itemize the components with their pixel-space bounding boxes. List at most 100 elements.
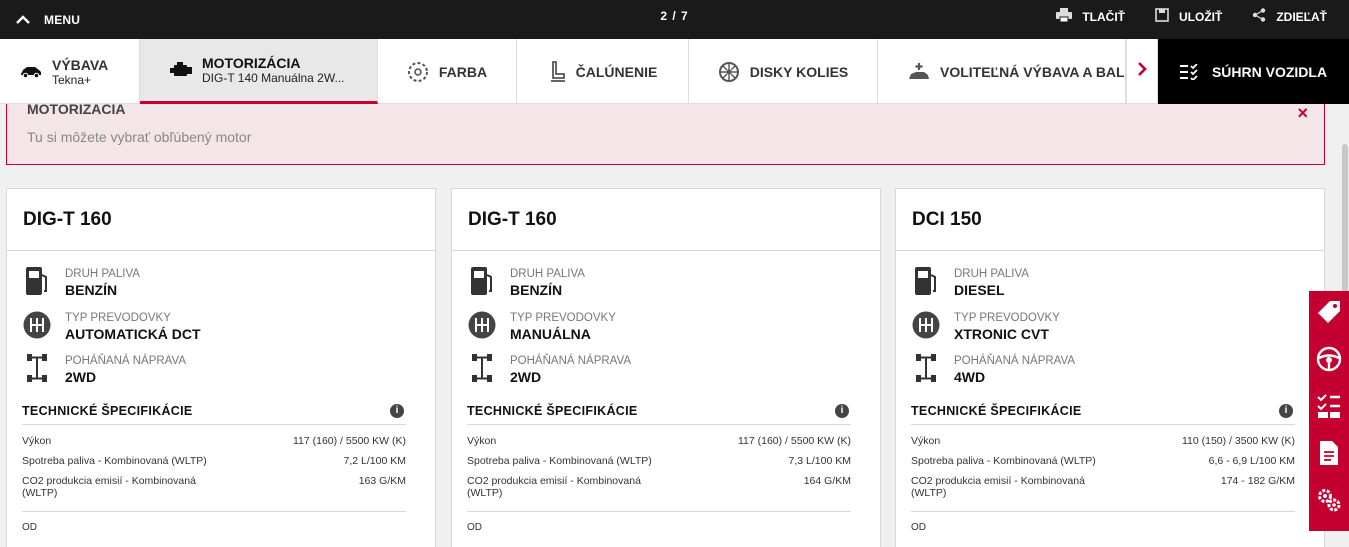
car-icon — [20, 66, 42, 78]
spec-consumption-value: 7,3 L/100 KM — [788, 455, 851, 467]
fuel-feature: DRUH PALIVA BENZÍN — [468, 265, 585, 299]
price-from-label: OD — [467, 522, 482, 533]
share-button[interactable]: ZDIEĽAŤ — [1252, 8, 1327, 25]
spec-row-consumption: Spotreba paliva - Kombinovaná (WLTP) 6,6… — [911, 455, 1295, 467]
tab-vybava[interactable]: VÝBAVA Tekna+ — [0, 39, 140, 104]
spec-co2-value: 164 G/KM — [803, 475, 851, 487]
gearbox-feature: TYP PREVODOVKY MANUÁLNA — [468, 309, 616, 343]
drive-feature: POHÁŇANÁ NÁPRAVA 4WD — [912, 352, 1075, 386]
fuel-value: BENZÍN — [510, 282, 563, 298]
drive-label: POHÁŇANÁ NÁPRAVA — [954, 355, 1075, 367]
side-toolbar — [1309, 291, 1349, 531]
engine-card[interactable]: DIG-T 160 DRUH PALIVA BENZÍN TYP PREVODO… — [451, 188, 881, 547]
price-tag-button[interactable] — [1309, 291, 1349, 338]
spec-co2-label: CO2 produkcia emisií - Kombinovaná (WLTP… — [22, 475, 196, 499]
tab-farba[interactable]: FARBA — [378, 39, 517, 104]
spec-power-label: Výkon — [467, 435, 497, 447]
document-icon — [1318, 440, 1340, 471]
spec-row-power: Výkon 117 (160) / 5500 KW (K) — [467, 435, 851, 447]
printer-icon — [1056, 8, 1073, 25]
info-banner: MOTORIZÁCIA Tu si môžete vybrať obľúbený… — [6, 104, 1325, 165]
price-from-label: OD — [22, 522, 37, 533]
engine-card-title: DIG-T 160 — [7, 189, 435, 251]
settings-button[interactable] — [1309, 479, 1349, 526]
spec-row-power: Výkon 117 (160) / 5500 KW (K) — [22, 435, 406, 447]
spec-power-label: Výkon — [22, 435, 52, 447]
tab-disky-kolies[interactable]: DISKY KOLIES — [689, 39, 878, 104]
tab-motorizacia[interactable]: MOTORIZÁCIA DIG-T 140 Manuálna 2W... — [140, 39, 378, 104]
tab-vybava-value: Tekna+ — [52, 72, 92, 87]
fuel-feature: DRUH PALIVA DIESEL — [912, 265, 1029, 299]
tab-calunenie[interactable]: ČALÚNENIE — [517, 39, 689, 104]
divider — [22, 511, 406, 512]
gearbox-value: MANUÁLNA — [510, 326, 591, 342]
drive-value: 4WD — [954, 369, 986, 385]
gearbox-value: AUTOMATICKÁ DCT — [65, 326, 201, 342]
fuel-pump-icon — [468, 265, 496, 297]
tech-specs-title: TECHNICKÉ ŠPECIFIKÁCIE — [911, 403, 1082, 418]
fuel-value: BENZÍN — [65, 282, 118, 298]
top-bar: MENU 2 / 7 TLAČIŤ ULOŽIŤ ZDIEĽAŤ — [0, 0, 1349, 39]
spec-power-value: 110 (150) / 3500 KW (K) — [1181, 435, 1295, 447]
checklist-icon — [1179, 63, 1200, 80]
spec-row-consumption: Spotreba paliva - Kombinovaná (WLTP) 7,2… — [22, 455, 406, 467]
test-drive-button[interactable] — [1309, 338, 1349, 385]
tab-vybava-label: VÝBAVA — [52, 56, 109, 73]
car-accessory-icon — [908, 62, 930, 82]
engine-card[interactable]: DIG-T 160 DRUH PALIVA BENZÍN TYP PREVODO… — [6, 188, 436, 547]
fuel-pump-icon — [23, 265, 51, 297]
gearbox-label: TYP PREVODOVKY — [954, 312, 1060, 324]
engine-card[interactable]: DCI 150 DRUH PALIVA DIESEL TYP PREVODOVK… — [895, 188, 1325, 547]
info-icon[interactable]: i — [835, 403, 849, 418]
share-label: ZDIEĽAŤ — [1276, 9, 1327, 24]
divider — [467, 511, 851, 512]
share-icon — [1252, 8, 1266, 25]
info-icon[interactable]: i — [390, 403, 404, 418]
info-icon[interactable]: i — [1279, 403, 1293, 418]
brochure-button[interactable] — [1309, 432, 1349, 479]
spec-co2-label: CO2 produkcia emisií - Kombinovaná (WLTP… — [911, 475, 1085, 499]
chevron-right-icon — [1137, 62, 1147, 81]
tab-suhrn-vozidla[interactable]: SÚHRN VOZIDLA — [1158, 39, 1349, 104]
spec-consumption-label: Spotreba paliva - Kombinovaná (WLTP) — [22, 455, 207, 467]
drive-value: 2WD — [510, 369, 542, 385]
config-tabs: VÝBAVA Tekna+ MOTORIZÁCIA DIG-T 140 Manu… — [0, 39, 1349, 104]
spec-row-consumption: Spotreba paliva - Kombinovaná (WLTP) 7,3… — [467, 455, 851, 467]
steering-wheel-icon — [1316, 346, 1342, 377]
drivetrain-icon — [912, 352, 940, 384]
close-icon[interactable]: × — [1297, 104, 1308, 122]
spec-co2-value: 163 G/KM — [358, 475, 406, 487]
spec-consumption-label: Spotreba paliva - Kombinovaná (WLTP) — [467, 455, 652, 467]
tab-volitelna-vybava[interactable]: VOLITEĽNÁ VÝBAVA A BALÍK — [878, 39, 1126, 104]
compare-button[interactable] — [1309, 385, 1349, 432]
gearbox-icon — [468, 309, 496, 341]
tab-farba-label: FARBA — [438, 63, 488, 80]
price-tag-icon — [1316, 299, 1342, 330]
tab-disky-kolies-label: DISKY KOLIES — [749, 63, 849, 80]
spec-row-power: Výkon 110 (150) / 3500 KW (K) — [911, 435, 1295, 447]
menu-button[interactable]: MENU — [16, 0, 80, 39]
tech-specs-title: TECHNICKÉ ŠPECIFIKÁCIE — [22, 403, 193, 418]
fuel-feature: DRUH PALIVA BENZÍN — [23, 265, 140, 299]
spec-co2-value: 174 - 182 G/KM — [1220, 475, 1295, 487]
tab-motorizacia-label: MOTORIZÁCIA — [202, 55, 301, 71]
fuel-label: DRUH PALIVA — [954, 268, 1029, 280]
spec-row-co2: CO2 produkcia emisií - Kombinovaná (WLTP… — [467, 475, 851, 499]
gears-icon — [1316, 487, 1342, 518]
save-button[interactable]: ULOŽIŤ — [1155, 8, 1222, 25]
tab-suhrn-vozidla-label: SÚHRN VOZIDLA — [1211, 63, 1328, 80]
spec-consumption-value: 7,2 L/100 KM — [343, 455, 406, 467]
print-button[interactable]: TLAČIŤ — [1056, 8, 1125, 25]
divider — [911, 511, 1295, 512]
engine-card-title: DIG-T 160 — [452, 189, 880, 251]
tab-motorizacia-value: DIG-T 140 Manuálna 2W... — [202, 71, 345, 85]
gearbox-value: XTRONIC CVT — [954, 326, 1049, 342]
tab-volitelna-vybava-label: VOLITEĽNÁ VÝBAVA A BALÍK — [940, 63, 1126, 80]
checklist-icon — [1316, 393, 1342, 424]
tabs-next-button[interactable] — [1126, 39, 1158, 104]
wheel-rim-icon — [718, 61, 740, 83]
fuel-label: DRUH PALIVA — [65, 268, 140, 280]
spec-power-value: 117 (160) / 5500 KW (K) — [292, 435, 406, 447]
chevron-up-icon — [16, 13, 30, 27]
spec-row-co2: CO2 produkcia emisií - Kombinovaná (WLTP… — [22, 475, 406, 499]
